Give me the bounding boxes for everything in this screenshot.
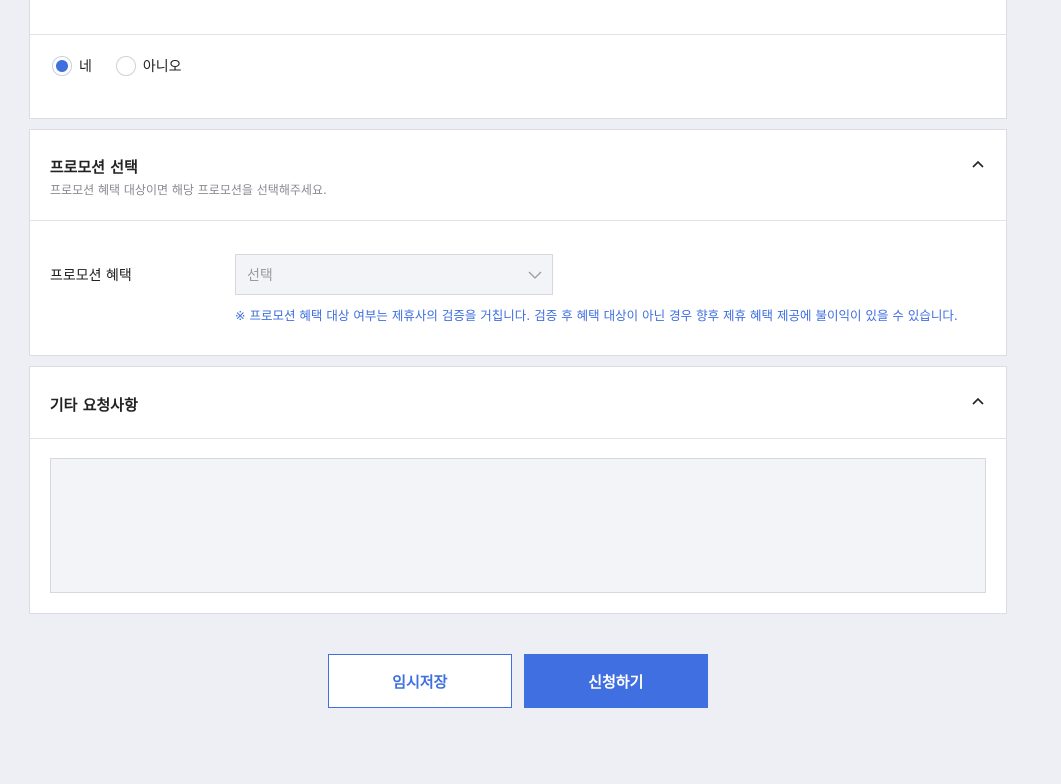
radio-option-no[interactable]: 아니오: [115, 56, 182, 76]
chevron-up-icon[interactable]: [970, 156, 986, 172]
promotion-select-value: 선택: [247, 267, 273, 284]
radio-unchecked-icon[interactable]: [115, 56, 136, 76]
chevron-up-icon[interactable]: [970, 393, 986, 409]
radio-checked-icon[interactable]: [52, 56, 72, 76]
other-requests-header: 기타 요청사항: [30, 367, 1006, 439]
other-requests-section: 기타 요청사항: [29, 366, 1007, 614]
other-requests-textarea[interactable]: [50, 458, 986, 593]
apply-button[interactable]: 신청하기: [524, 654, 708, 708]
temp-save-button[interactable]: 임시저장: [328, 654, 512, 708]
promotion-section-subtitle: 프로모션 혜택 대상이면 해당 프로모션을 선택해주세요.: [50, 183, 327, 197]
radio-label-yes: 네: [79, 59, 92, 75]
promotion-section-title: 프로모션 선택: [50, 158, 139, 176]
yes-no-section: 네 아니오: [29, 0, 1007, 119]
promotion-benefit-label: 프로모션 혜택: [50, 268, 132, 284]
promotion-section-header: 프로모션 선택 프로모션 혜택 대상이면 해당 프로모션을 선택해주세요.: [30, 130, 1006, 221]
promotion-benefit-select[interactable]: 선택: [235, 254, 553, 295]
section-top-strip: [30, 0, 1006, 35]
chevron-down-icon: [528, 271, 542, 279]
radio-label-no: 아니오: [142, 59, 182, 75]
yes-no-radio-group: 네 아니오: [52, 56, 206, 76]
other-requests-title: 기타 요청사항: [50, 396, 139, 414]
promotion-section: 프로모션 선택 프로모션 혜택 대상이면 해당 프로모션을 선택해주세요. 프로…: [29, 129, 1007, 356]
promotion-notice: ※ 프로모션 혜택 대상 여부는 제휴사의 검증을 거칩니다. 검증 후 혜택 …: [235, 308, 958, 323]
radio-option-yes[interactable]: 네: [52, 56, 92, 76]
